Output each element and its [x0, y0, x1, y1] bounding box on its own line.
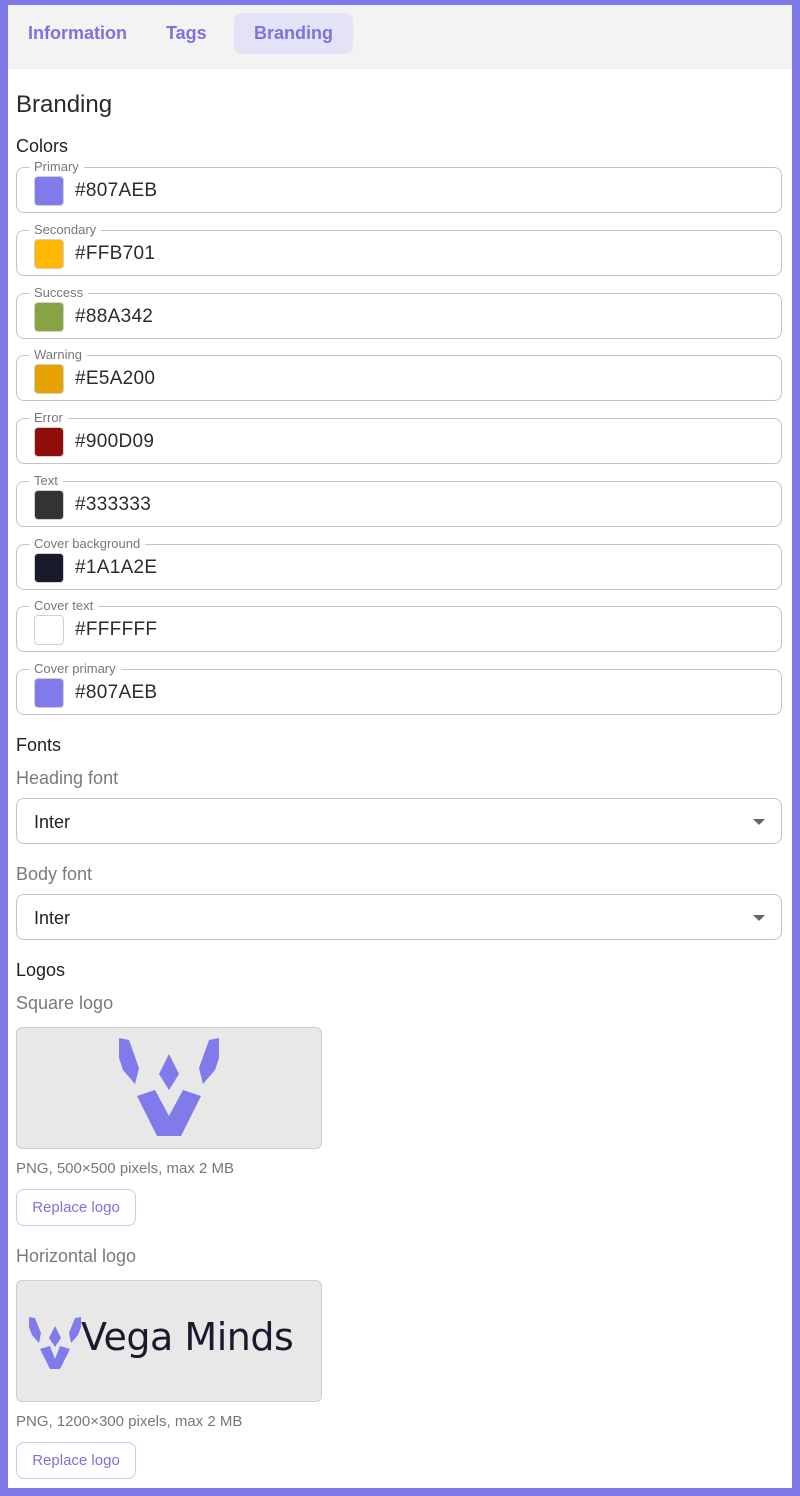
body-font-value: Inter: [34, 908, 71, 928]
branding-panel: Information Tags Branding Branding Color…: [8, 5, 792, 1488]
page-title: Branding: [16, 91, 113, 118]
color-field-label: Text: [29, 473, 63, 489]
tab-branding[interactable]: Branding: [234, 13, 353, 54]
color-value[interactable]: #88A342: [75, 294, 153, 340]
color-value[interactable]: #FFFFFF: [75, 607, 157, 653]
logos-heading: Logos: [16, 960, 66, 980]
colors-heading: Colors: [16, 136, 69, 156]
replace-horizontal-logo-button[interactable]: Replace logo: [16, 1442, 136, 1479]
fonts-heading: Fonts: [16, 735, 62, 755]
color-field-success[interactable]: Success #88A342: [16, 285, 782, 340]
color-field-label: Error: [29, 410, 68, 426]
tab-bar: Information Tags Branding: [8, 5, 792, 69]
square-logo-preview: [16, 1027, 322, 1149]
color-value[interactable]: #FFB701: [75, 231, 155, 277]
color-swatch[interactable]: [34, 364, 64, 394]
color-field-secondary[interactable]: Secondary #FFB701: [16, 222, 782, 277]
color-swatch[interactable]: [34, 176, 64, 206]
horizontal-logo-hint: PNG, 1200×300 pixels, max 2 MB: [16, 1413, 243, 1430]
body-font-label: Body font: [16, 864, 93, 884]
color-swatch[interactable]: [34, 239, 64, 269]
color-value[interactable]: #900D09: [75, 419, 154, 465]
color-swatch[interactable]: [34, 678, 64, 708]
color-field-cover-primary[interactable]: Cover primary #807AEB: [16, 661, 782, 716]
color-swatch[interactable]: [34, 553, 64, 583]
tab-tags[interactable]: Tags: [146, 13, 227, 54]
replace-square-logo-button[interactable]: Replace logo: [16, 1189, 136, 1226]
color-value[interactable]: #1A1A2E: [75, 545, 157, 591]
color-field-text[interactable]: Text #333333: [16, 473, 782, 528]
color-value[interactable]: #E5A200: [75, 356, 155, 402]
heading-font-label: Heading font: [16, 768, 119, 788]
vega-minds-mark-icon: [29, 1317, 81, 1369]
brand-wordmark: Vega Minds: [81, 1315, 294, 1359]
color-field-warning[interactable]: Warning #E5A200: [16, 347, 782, 402]
square-logo-hint: PNG, 500×500 pixels, max 2 MB: [16, 1160, 235, 1177]
color-swatch[interactable]: [34, 615, 64, 645]
color-field-cover-text[interactable]: Cover text #FFFFFF: [16, 598, 782, 653]
color-swatch[interactable]: [34, 302, 64, 332]
square-logo-label: Square logo: [16, 993, 114, 1013]
color-swatch[interactable]: [34, 427, 64, 457]
vega-minds-logo-icon: [119, 1038, 219, 1136]
chevron-down-icon[interactable]: [753, 819, 765, 825]
heading-font-value: Inter: [34, 812, 71, 832]
color-value[interactable]: #333333: [75, 482, 151, 528]
color-field-primary[interactable]: Primary #807AEB: [16, 159, 782, 214]
heading-font-select[interactable]: Inter: [16, 798, 782, 844]
color-swatch[interactable]: [34, 490, 64, 520]
color-field-cover-background[interactable]: Cover background #1A1A2E: [16, 536, 782, 591]
chevron-down-icon[interactable]: [753, 915, 765, 921]
horizontal-logo-preview: Vega Minds: [16, 1280, 322, 1402]
color-value[interactable]: #807AEB: [75, 168, 157, 214]
color-value[interactable]: #807AEB: [75, 670, 157, 716]
color-field-error[interactable]: Error #900D09: [16, 410, 782, 465]
horizontal-logo-label: Horizontal logo: [16, 1246, 137, 1266]
tab-information[interactable]: Information: [8, 13, 147, 54]
body-font-select[interactable]: Inter: [16, 894, 782, 940]
